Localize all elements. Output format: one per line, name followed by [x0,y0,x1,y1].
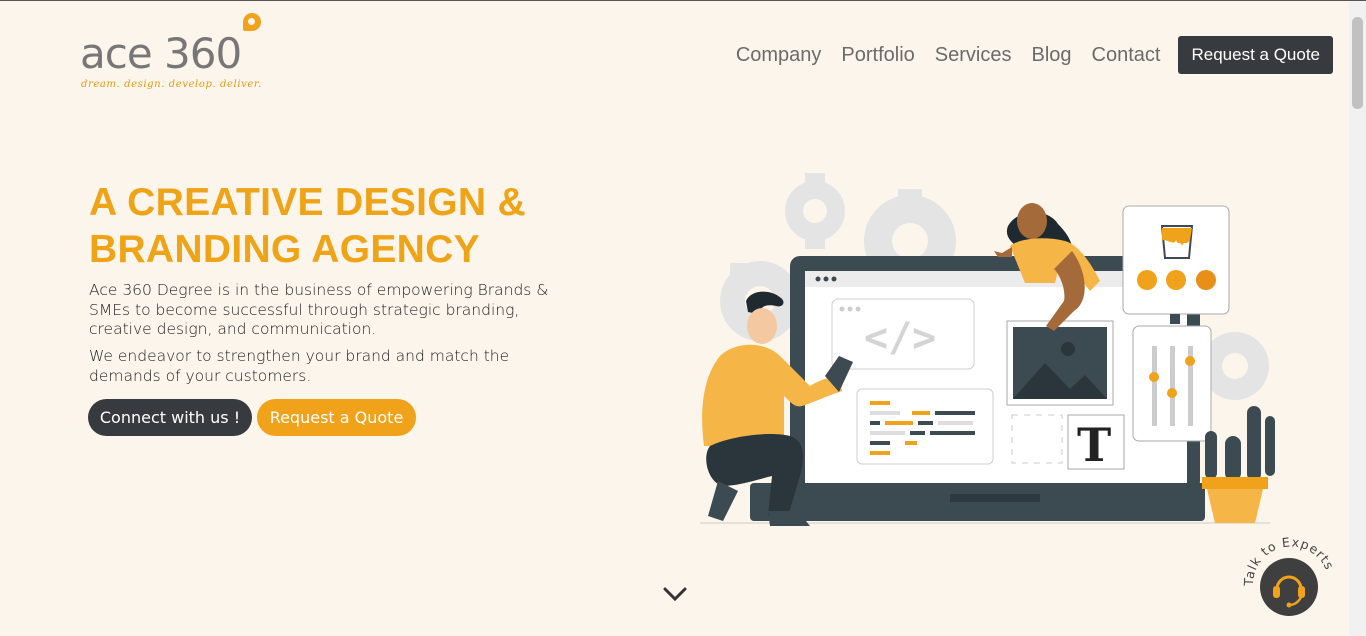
chevron-down-icon[interactable] [660,581,690,605]
hero-illustration: </> T [700,173,1275,526]
font-letter: T [1077,418,1111,472]
main-nav: Company Portfolio Services Blog Contact … [736,36,1333,74]
nav-company[interactable]: Company [736,44,822,67]
logo-mark-icon [243,13,261,31]
logo[interactable]: ace 360 dream. design. develop. deliver. [80,13,270,97]
nav-contact[interactable]: Contact [1092,44,1161,67]
hero-paragraph-2: We endeavor to strengthen your brand and… [89,347,510,385]
logo-tagline: dream. design. develop. deliver. [81,79,262,90]
nav-portfolio[interactable]: Portfolio [841,44,914,67]
nav-blog[interactable]: Blog [1032,44,1072,67]
hero-request-quote-button[interactable]: Request a Quote [257,399,416,436]
connect-button[interactable]: Connect with us ! [88,399,252,436]
scrollbar-thumb[interactable] [1352,17,1363,109]
logo-text: ace 360 [80,29,242,78]
hero-paragraph-1: Ace 360 Degree is in the business of emp… [89,281,549,338]
code-glyph: </> [864,315,936,361]
nav-request-quote-button[interactable]: Request a Quote [1178,36,1333,74]
nav-services[interactable]: Services [935,44,1012,67]
hero-title: A CREATIVE DESIGN & BRANDING AGENCY [89,181,526,271]
talk-to-experts-widget[interactable]: Talk to Experts [1238,531,1338,627]
page-scrollbar[interactable] [1349,1,1366,636]
